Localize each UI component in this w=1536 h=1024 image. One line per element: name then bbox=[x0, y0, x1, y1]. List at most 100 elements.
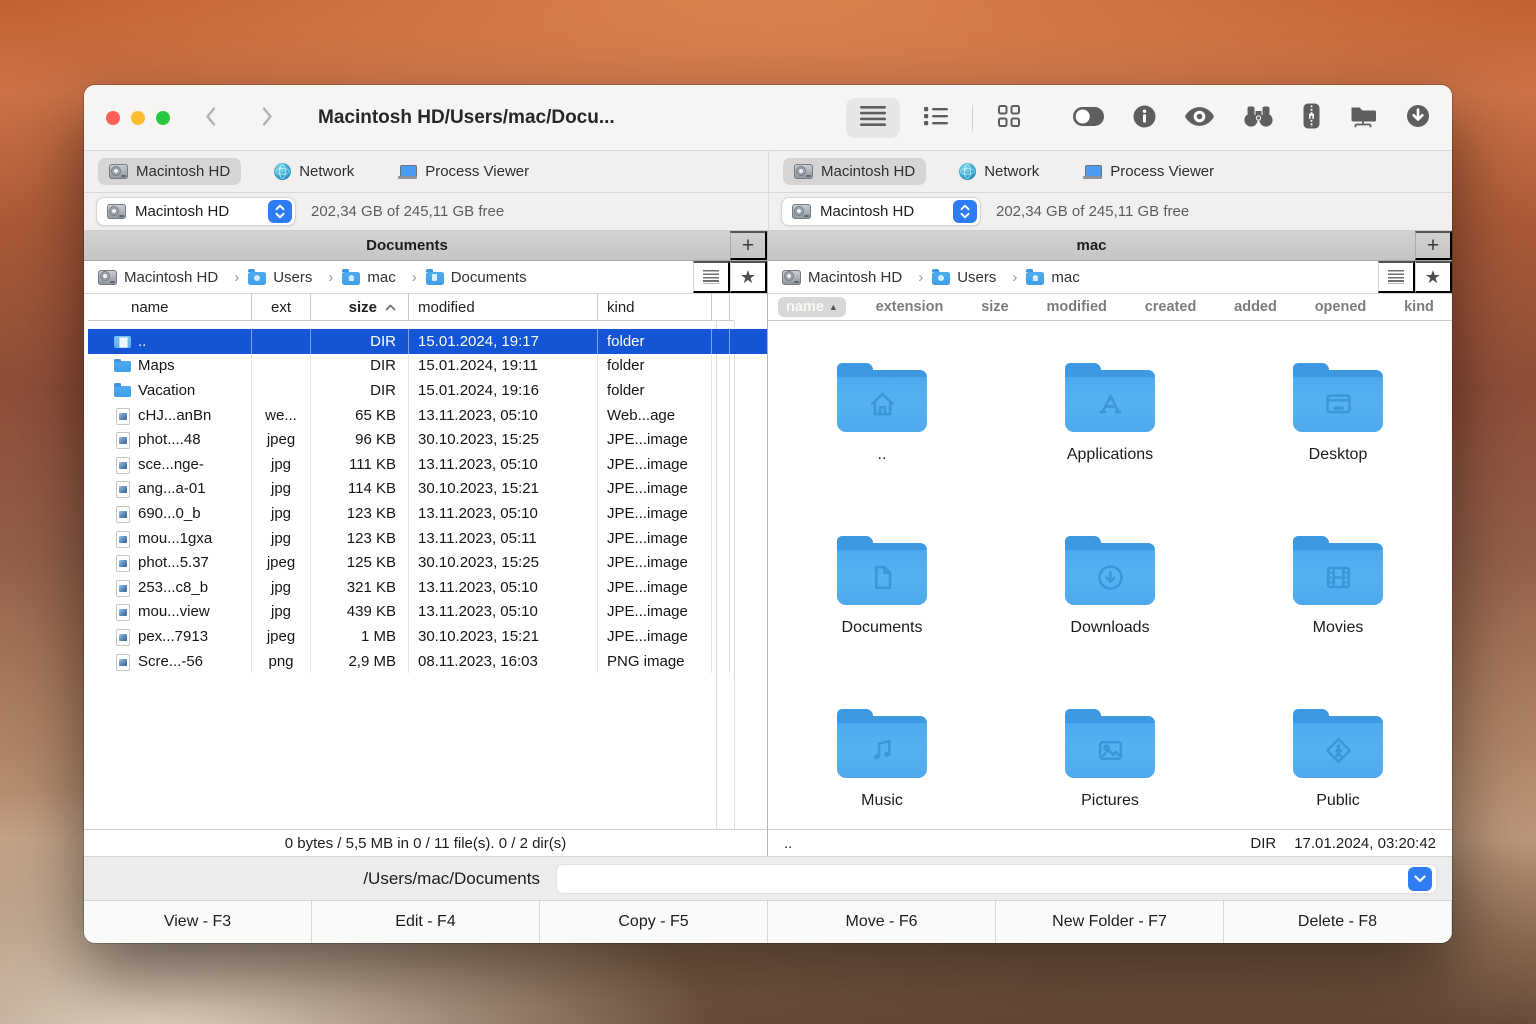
table-row[interactable]: cHJ...anBn we... 65 KB 13.11.2023, 05:10… bbox=[88, 403, 767, 428]
device-tab[interactable]: Process Viewer bbox=[387, 158, 540, 185]
list-view-button[interactable] bbox=[846, 98, 900, 138]
breadcrumb-item[interactable]: Documents › bbox=[426, 269, 527, 286]
view-options-button[interactable] bbox=[693, 261, 730, 293]
breadcrumb-item[interactable]: Macintosh HD › bbox=[98, 269, 248, 286]
grid-folder-item[interactable]: Desktop bbox=[1224, 361, 1452, 464]
file-size: DIR bbox=[311, 329, 409, 354]
title-bar: Macintosh HD/Users/mac/Docu... bbox=[84, 85, 1452, 151]
column-header-name[interactable]: name bbox=[88, 294, 252, 320]
table-row[interactable]: 690...0_b jpg 123 KB 13.11.2023, 05:10 J… bbox=[88, 501, 767, 526]
add-tab-button[interactable]: + bbox=[1415, 231, 1452, 260]
table-row[interactable]: Maps DIR 15.01.2024, 19:11 folder bbox=[88, 354, 767, 379]
function-key-button[interactable]: Move - F6 bbox=[768, 901, 996, 943]
folder-label: Applications bbox=[1067, 446, 1153, 464]
get-info-button[interactable] bbox=[1133, 105, 1156, 131]
breadcrumb-item[interactable]: Macintosh HD › bbox=[782, 269, 932, 286]
table-row[interactable]: phot....48 jpeg 96 KB 30.10.2023, 15:25 … bbox=[88, 427, 767, 452]
back-button[interactable] bbox=[202, 104, 219, 132]
table-row[interactable]: .. DIR 15.01.2024, 19:17 folder bbox=[88, 329, 767, 354]
drive-stepper[interactable] bbox=[268, 200, 292, 223]
transfers-button[interactable] bbox=[1406, 104, 1430, 131]
forward-button[interactable] bbox=[259, 104, 276, 132]
table-row[interactable]: sce...nge- jpg 111 KB 13.11.2023, 05:10 … bbox=[88, 452, 767, 477]
command-history-button[interactable] bbox=[1408, 867, 1432, 891]
traffic-lights bbox=[106, 111, 170, 125]
column-header-modified[interactable]: modified bbox=[409, 294, 598, 320]
table-row[interactable]: Scre...-56 png 2,9 MB 08.11.2023, 16:03 … bbox=[88, 649, 767, 674]
device-tab-icon bbox=[794, 164, 813, 179]
view-options-button[interactable] bbox=[1378, 261, 1415, 293]
table-row[interactable]: pex...7913 jpeg 1 MB 30.10.2023, 15:21 J… bbox=[88, 624, 767, 649]
folder-tab[interactable]: mac bbox=[768, 231, 1415, 260]
breadcrumb-item[interactable]: Users › bbox=[932, 269, 1026, 286]
function-key-button[interactable]: Edit - F4 bbox=[312, 901, 540, 943]
grid-folder-item[interactable]: Pictures bbox=[996, 707, 1224, 810]
column-list-view-button[interactable] bbox=[909, 98, 963, 138]
device-tab[interactable]: Process Viewer bbox=[1072, 158, 1225, 185]
function-key-button[interactable]: New Folder - F7 bbox=[996, 901, 1224, 943]
device-tab[interactable]: Macintosh HD bbox=[783, 158, 926, 185]
drive-select[interactable]: Macintosh HD bbox=[781, 197, 981, 226]
file-kind: JPE...image bbox=[598, 624, 712, 649]
search-button[interactable] bbox=[1243, 106, 1274, 130]
table-row[interactable]: mou...view jpg 439 KB 13.11.2023, 05:10 … bbox=[88, 600, 767, 625]
function-key-button[interactable]: Copy - F5 bbox=[540, 901, 768, 943]
device-tab[interactable]: Network bbox=[263, 158, 365, 185]
grid-folder-item[interactable]: Documents bbox=[768, 534, 996, 637]
column-header[interactable]: modified▲ bbox=[1038, 297, 1114, 317]
drive-select[interactable]: Macintosh HD bbox=[96, 197, 296, 226]
column-header[interactable]: added▲ bbox=[1226, 297, 1285, 317]
close-button[interactable] bbox=[106, 111, 120, 125]
column-header[interactable]: size▲ bbox=[973, 297, 1016, 317]
toolbar bbox=[846, 98, 1430, 138]
chevron-separator-icon: › bbox=[1012, 269, 1017, 286]
file-icon bbox=[114, 456, 131, 473]
column-header-kind[interactable]: kind bbox=[598, 294, 712, 320]
table-row[interactable]: mou...1gxa jpg 123 KB 13.11.2023, 05:11 … bbox=[88, 526, 767, 551]
file-icon bbox=[114, 579, 131, 596]
device-tab[interactable]: Network bbox=[948, 158, 1050, 185]
breadcrumb-item[interactable]: Users › bbox=[248, 269, 342, 286]
breadcrumb-item[interactable]: mac › bbox=[1026, 269, 1079, 286]
grid-folder-item[interactable]: Public bbox=[1224, 707, 1452, 810]
function-key-button[interactable]: View - F3 bbox=[84, 901, 312, 943]
file-name: .. bbox=[138, 333, 146, 350]
zoom-button[interactable] bbox=[156, 111, 170, 125]
table-row[interactable]: phot...5.37 jpeg 125 KB 30.10.2023, 15:2… bbox=[88, 550, 767, 575]
column-header[interactable]: opened▲ bbox=[1307, 297, 1375, 317]
grid-view-button[interactable] bbox=[982, 98, 1036, 138]
favorites-button[interactable]: ★ bbox=[1415, 261, 1452, 293]
current-path-label: /Users/mac/Documents bbox=[84, 869, 540, 889]
grid-folder-item[interactable]: Applications bbox=[996, 361, 1224, 464]
column-header[interactable]: extension▲ bbox=[868, 297, 952, 317]
column-header[interactable]: kind▲ bbox=[1396, 297, 1442, 317]
toggle-panels-button[interactable] bbox=[1073, 107, 1104, 129]
folder-tab[interactable]: Documents bbox=[84, 231, 730, 260]
minimize-button[interactable] bbox=[131, 111, 145, 125]
column-header[interactable]: name▲ bbox=[778, 297, 846, 317]
file-size: 125 KB bbox=[311, 550, 409, 575]
column-header[interactable]: created▲ bbox=[1137, 297, 1205, 317]
grid-folder-item[interactable]: .. bbox=[768, 361, 996, 464]
table-row[interactable]: 253...c8_b jpg 321 KB 13.11.2023, 05:10 … bbox=[88, 575, 767, 600]
grid-folder-item[interactable]: Movies bbox=[1224, 534, 1452, 637]
grid-folder-item[interactable]: Music bbox=[768, 707, 996, 810]
command-input[interactable] bbox=[556, 864, 1437, 894]
network-button[interactable] bbox=[1349, 104, 1377, 131]
folder-glyph-icon bbox=[837, 550, 927, 605]
archive-button[interactable] bbox=[1303, 103, 1320, 132]
function-key-button[interactable]: Delete - F8 bbox=[1224, 901, 1452, 943]
grid-folder-item[interactable]: Downloads bbox=[996, 534, 1224, 637]
breadcrumb-item[interactable]: mac › bbox=[342, 269, 425, 286]
favorites-button[interactable]: ★ bbox=[730, 261, 767, 293]
column-header-size[interactable]: size bbox=[311, 294, 409, 320]
column-header-ext[interactable]: ext bbox=[252, 294, 311, 320]
row-spacer bbox=[712, 501, 730, 526]
table-row[interactable]: ang...a-01 jpg 114 KB 30.10.2023, 15:21 … bbox=[88, 477, 767, 502]
device-tab[interactable]: Macintosh HD bbox=[98, 158, 241, 185]
file-name: 253...c8_b bbox=[138, 579, 208, 596]
table-row[interactable]: Vacation DIR 15.01.2024, 19:16 folder bbox=[88, 378, 767, 403]
quick-look-button[interactable] bbox=[1185, 107, 1214, 129]
add-tab-button[interactable]: + bbox=[730, 231, 767, 260]
drive-stepper[interactable] bbox=[953, 200, 977, 223]
